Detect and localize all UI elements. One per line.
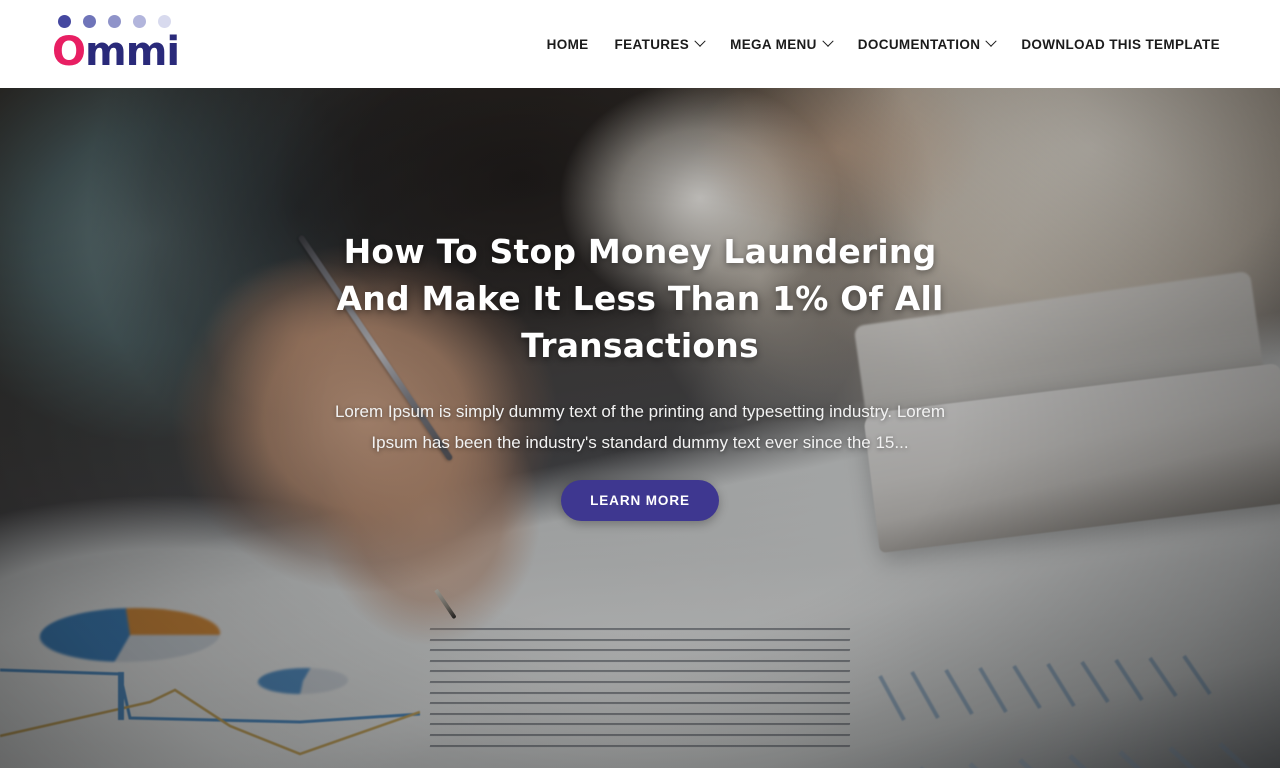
- nav-item-documentation[interactable]: DOCUMENTATION: [845, 0, 1009, 88]
- brand-wordmark: Ommi: [52, 29, 180, 75]
- primary-navigation: HOME FEATURES MEGA MENU DOCUMENTATION DO…: [534, 0, 1220, 88]
- brand-logo[interactable]: Ommi: [52, 12, 232, 78]
- logo-dot-2: [83, 14, 96, 28]
- logo-dots-icon: [52, 12, 232, 30]
- site-header: Ommi HOME FEATURES MEGA MENU DOCUMENTATI…: [0, 0, 1280, 88]
- nav-item-download-template[interactable]: DOWNLOAD THIS TEMPLATE: [1008, 0, 1220, 88]
- chevron-down-icon: [985, 35, 997, 47]
- logo-dot-3: [108, 14, 121, 28]
- nav-item-home[interactable]: HOME: [534, 0, 602, 88]
- logo-dot-5: [158, 14, 171, 28]
- hero-section: How To Stop Money Laundering And Make It…: [0, 88, 1280, 768]
- nav-item-mega-menu[interactable]: MEGA MENU: [717, 0, 845, 88]
- chevron-down-icon: [822, 35, 834, 47]
- nav-label-home: HOME: [546, 36, 589, 52]
- nav-label-download-template: DOWNLOAD THIS TEMPLATE: [1021, 36, 1220, 52]
- hero-subtitle: Lorem Ipsum is simply dummy text of the …: [334, 402, 946, 452]
- chevron-down-icon: [694, 35, 706, 47]
- nav-label-features: FEATURES: [614, 36, 690, 52]
- nav-label-documentation: DOCUMENTATION: [857, 36, 981, 52]
- hero-title: How To Stop Money Laundering And Make It…: [336, 232, 944, 365]
- brand-initial: O: [52, 29, 86, 75]
- brand-name-rest: mmi: [85, 29, 180, 75]
- nav-item-features[interactable]: FEATURES: [602, 0, 718, 88]
- learn-more-button[interactable]: Learn More: [561, 480, 719, 521]
- hero-content: How To Stop Money Laundering And Make It…: [0, 88, 1280, 768]
- nav-label-mega-menu: MEGA MENU: [730, 36, 817, 52]
- logo-dot-1: [58, 14, 71, 28]
- logo-dot-4: [133, 14, 146, 28]
